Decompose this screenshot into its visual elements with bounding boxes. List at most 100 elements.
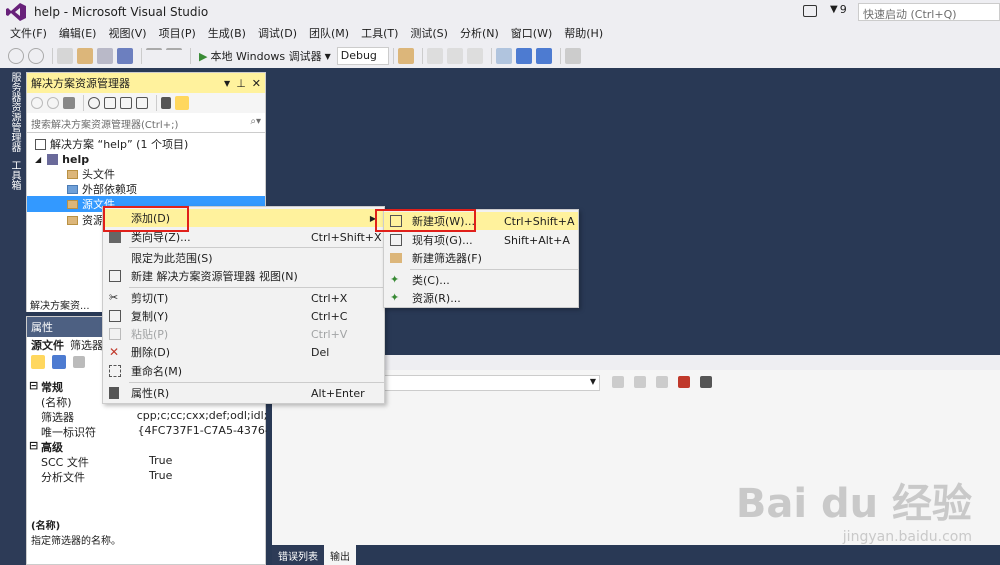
menu-build[interactable]: 生成(B) [202, 24, 252, 44]
save-all-icon[interactable] [117, 48, 133, 64]
find-icon[interactable] [397, 48, 414, 64]
solution-explorer-title: 解决方案资源管理器 [31, 77, 130, 90]
forward-icon[interactable] [28, 48, 44, 64]
tab-error-list[interactable]: 错误列表 [272, 545, 324, 565]
menu-file[interactable]: 文件(F) [4, 24, 53, 44]
tab-solution-explorer[interactable]: 解决方案资... [27, 294, 107, 312]
pause-icon[interactable] [426, 48, 443, 64]
menu-item-rename[interactable]: 重命名(M) [103, 362, 384, 380]
toolbar-separator [83, 95, 84, 111]
refresh-icon[interactable] [104, 97, 116, 109]
menu-item-cut[interactable]: ✂ 剪切(T) Ctrl+X [103, 289, 384, 307]
menu-analyze[interactable]: 分析(N) [454, 24, 505, 44]
property-value: cpp;c;cc;cxx;def;odl;idl;hpj [136, 409, 267, 422]
window-title: help - Microsoft Visual Studio [34, 5, 209, 19]
menu-item-delete[interactable]: ✕ 删除(D) Del [103, 343, 384, 361]
menu-item-copy[interactable]: 复制(Y) Ctrl+C [103, 307, 384, 325]
tab-server-explorer[interactable]: 服务器资源管理器 [7, 72, 22, 152]
sync-icon[interactable] [88, 97, 100, 109]
run-label: 本地 Windows 调试器 [210, 50, 322, 63]
solution-search-input[interactable]: 搜索解决方案资源管理器(Ctrl+;) ⌕▾ [27, 113, 265, 133]
tree-item-solution[interactable]: 解决方案 “help” (1 个项目) [35, 136, 188, 152]
property-pages-icon[interactable] [73, 356, 85, 368]
menu-window[interactable]: 窗口(W) [505, 24, 558, 44]
restart-icon[interactable] [466, 48, 483, 64]
chevron-down-icon: ▼ [324, 51, 331, 61]
property-row-guid[interactable]: 唯一标识符 {4FC737F1-C7A5-4376-A0 [27, 424, 267, 439]
menu-item-new-filter[interactable]: 新建筛选器(F) [384, 249, 578, 267]
properties-wrench-icon[interactable] [161, 97, 171, 109]
tree-item-resource-files[interactable]: 资源 [67, 212, 104, 228]
step-into-icon[interactable] [495, 48, 512, 64]
save-icon[interactable] [97, 48, 113, 64]
menu-debug[interactable]: 调试(D) [252, 24, 303, 44]
menu-edit[interactable]: 编辑(E) [53, 24, 103, 44]
property-row-filter[interactable]: 筛选器 cpp;c;cc;cxx;def;odl;idl;hpj [27, 409, 267, 424]
solution-configuration-select[interactable]: Debug [336, 47, 389, 65]
find-message-icon[interactable] [612, 376, 624, 388]
alphabetical-icon[interactable] [52, 355, 66, 369]
menu-tools[interactable]: 工具(T) [355, 24, 404, 44]
menu-team[interactable]: 团队(M) [303, 24, 355, 44]
collapse-all-icon[interactable] [120, 97, 132, 109]
menu-project[interactable]: 项目(P) [153, 24, 202, 44]
menu-item-label: 新建筛选器(F) [412, 252, 482, 265]
menu-item-properties[interactable]: 属性(R) Alt+Enter [103, 384, 384, 402]
menu-item-paste[interactable]: 粘贴(P) Ctrl+V [103, 325, 384, 343]
property-row-scc-files[interactable]: SCC 文件 True [27, 454, 267, 469]
paste-icon [109, 328, 121, 340]
clear-all-icon[interactable] [678, 376, 690, 388]
property-key: 唯一标识符 [41, 426, 96, 439]
close-icon[interactable]: ✕ [252, 77, 261, 90]
forward-icon[interactable] [47, 97, 59, 109]
prev-message-icon[interactable] [634, 376, 646, 388]
property-row-parse-files[interactable]: 分析文件 True [27, 469, 267, 484]
menu-help[interactable]: 帮助(H) [558, 24, 609, 44]
menu-item-new-explorer-view[interactable]: 新建 解决方案资源管理器 视图(N) [103, 267, 384, 285]
menu-item-shortcut: Del [311, 345, 330, 359]
wrench-icon [109, 387, 119, 399]
categorized-icon[interactable] [31, 355, 45, 369]
new-project-icon[interactable] [57, 48, 73, 64]
toolbar-separator [421, 48, 423, 64]
expand-arrow-icon: ◢ [35, 154, 42, 164]
back-icon[interactable] [8, 48, 24, 64]
toggle-breakpoint-icon[interactable] [564, 48, 581, 64]
open-file-icon[interactable] [77, 48, 93, 64]
dropdown-icon[interactable]: ▼ [224, 79, 230, 88]
standard-toolbar: ▶ 本地 Windows 调试器 ▼ Debug [0, 44, 1000, 68]
step-over-icon[interactable] [515, 48, 532, 64]
tree-item-header-files[interactable]: 头文件 [67, 166, 115, 182]
menu-item-label: 复制(Y) [131, 310, 169, 323]
redo-icon[interactable] [166, 48, 182, 64]
description-text: 指定筛选器的名称。 [31, 536, 121, 547]
menu-view[interactable]: 视图(V) [102, 24, 152, 44]
preview-toggle-icon[interactable] [175, 96, 189, 110]
next-message-icon[interactable] [656, 376, 668, 388]
menu-item-class[interactable]: ✦ 类(C)... [384, 271, 578, 289]
tab-output[interactable]: 输出 [324, 545, 356, 565]
home-icon[interactable] [63, 97, 75, 109]
menu-item-existing-item[interactable]: 现有项(G)... Shift+Alt+A [384, 231, 578, 249]
pin-icon[interactable]: ⊥ [236, 77, 246, 90]
menu-item-resource[interactable]: ✦ 资源(R)... [384, 289, 578, 307]
toolbar-separator [490, 48, 492, 64]
feedback-icon[interactable] [803, 5, 817, 17]
show-all-files-icon[interactable] [136, 97, 148, 109]
undo-icon[interactable] [146, 48, 162, 64]
tree-item-project[interactable]: ◢ help [35, 151, 89, 167]
tab-toolbox[interactable]: 工具箱 [7, 160, 22, 190]
step-out-icon[interactable] [535, 48, 552, 64]
menu-item-scope-to-this[interactable]: 限定为此范围(S) [103, 249, 384, 267]
menu-test[interactable]: 测试(S) [404, 24, 454, 44]
start-debugging-button[interactable]: ▶ 本地 Windows 调试器 ▼ [199, 48, 331, 64]
word-wrap-icon[interactable] [700, 376, 712, 388]
back-icon[interactable] [31, 97, 43, 109]
property-key: 筛选器 [41, 411, 74, 424]
quick-launch-input[interactable]: 快速启动 (Ctrl+Q) [858, 3, 1000, 21]
stop-icon[interactable] [446, 48, 463, 64]
notifications-button[interactable]: ▼ 9 [830, 3, 847, 16]
tree-item-external-dependencies[interactable]: 外部依赖项 [67, 181, 137, 197]
class-wizard-icon [109, 231, 121, 243]
property-category-advanced[interactable]: ⊟ 高级 [27, 439, 267, 454]
